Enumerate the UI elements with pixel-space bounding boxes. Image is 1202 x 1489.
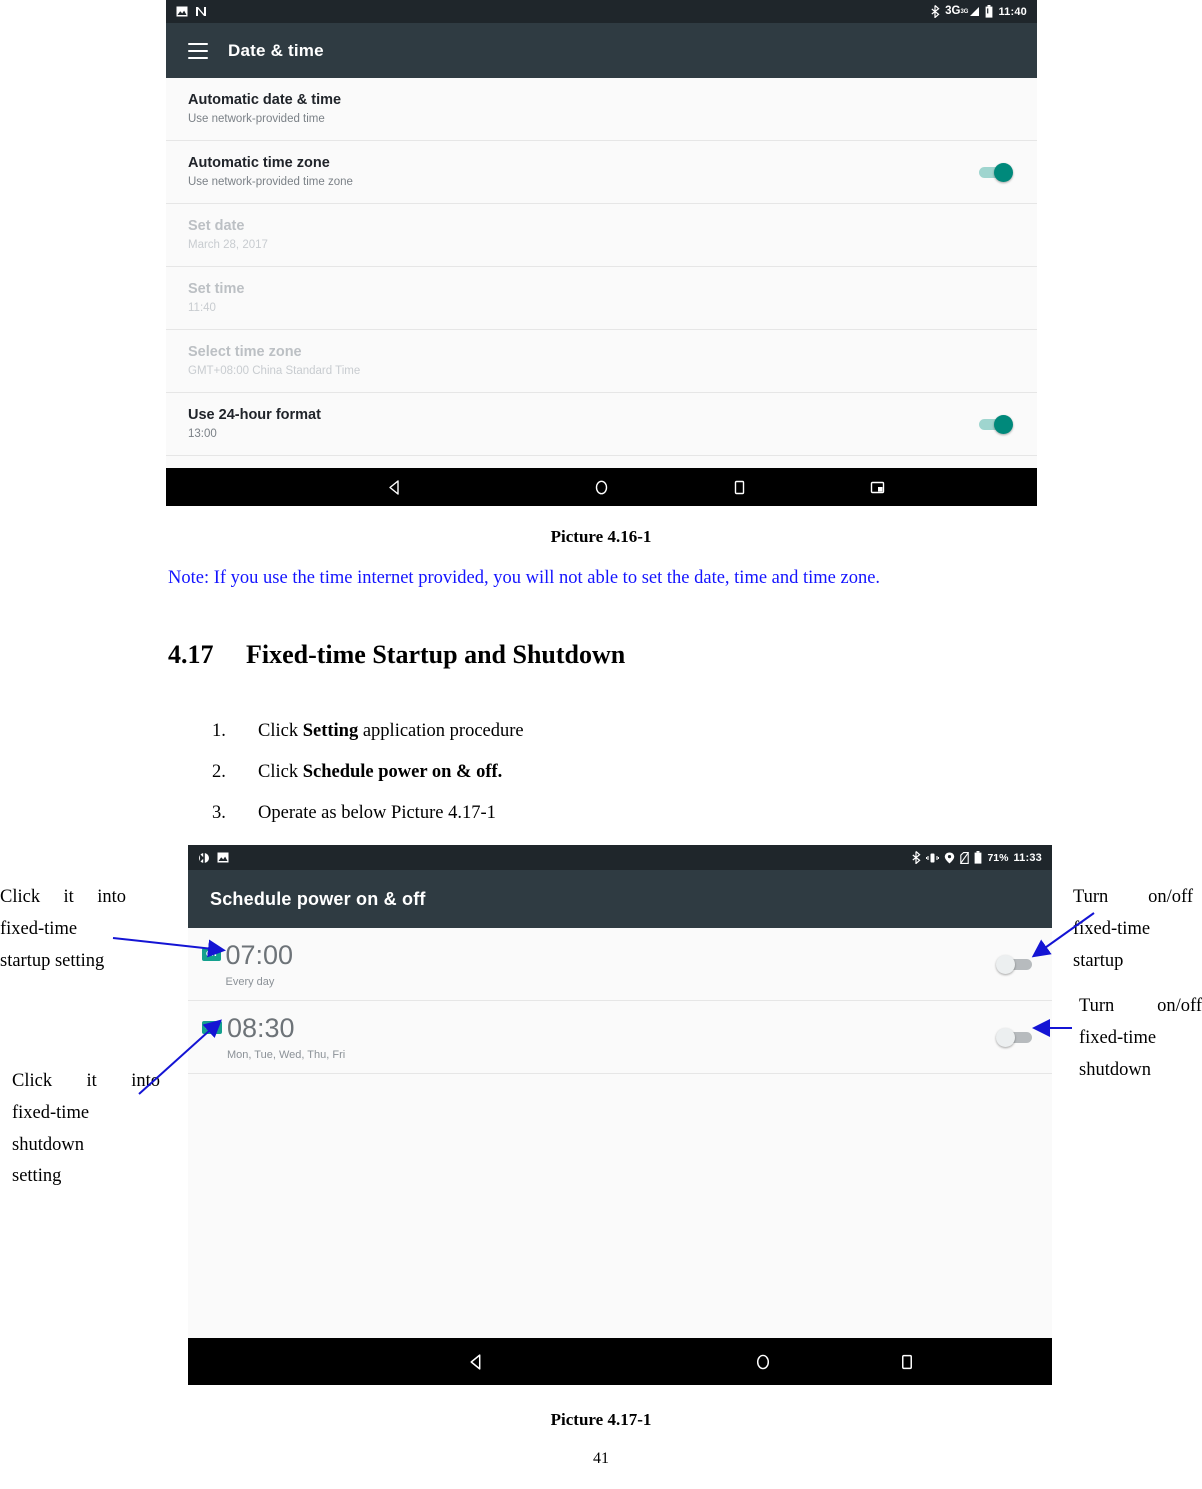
- figure-caption-2: Picture 4.17-1: [550, 1410, 652, 1429]
- arrow-to-startup-row: [112, 912, 1095, 1095]
- page-number: 41: [593, 1450, 609, 1467]
